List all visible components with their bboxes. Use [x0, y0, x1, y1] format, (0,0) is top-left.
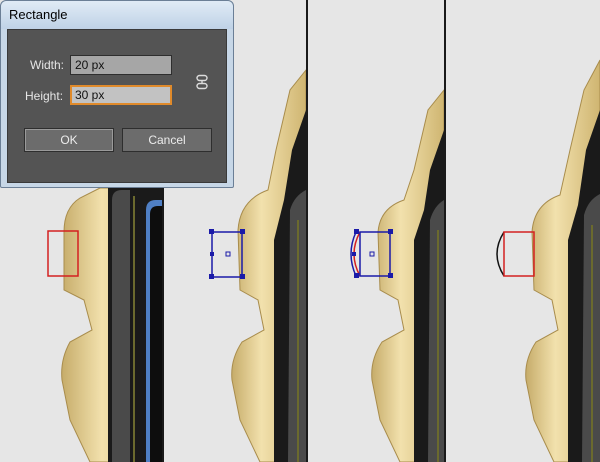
- anchor-point[interactable]: [210, 252, 214, 256]
- anchor-point[interactable]: [354, 273, 359, 278]
- anchor-point[interactable]: [209, 229, 214, 234]
- anchor-point[interactable]: [352, 252, 356, 256]
- center-point: [369, 251, 375, 257]
- step-panel-3: [308, 0, 444, 462]
- ok-button[interactable]: OK: [24, 128, 114, 152]
- center-point: [225, 251, 231, 257]
- rectangle-dialog: Rectangle Width: 20 px Height: 30 px OK …: [0, 0, 234, 188]
- width-field[interactable]: 20 px: [70, 55, 172, 75]
- guide-rectangle: [503, 231, 535, 277]
- dialog-titlebar[interactable]: Rectangle: [1, 1, 233, 29]
- height-field[interactable]: 30 px: [70, 85, 172, 105]
- anchor-point[interactable]: [354, 229, 359, 234]
- link-chain-icon: [196, 74, 208, 90]
- watch-artwork-4: [496, 59, 600, 462]
- anchor-point[interactable]: [388, 273, 393, 278]
- dialog-body: Width: 20 px Height: 30 px OK Cancel: [7, 29, 227, 183]
- height-label: Height:: [25, 89, 64, 103]
- dialog-title: Rectangle: [9, 7, 68, 22]
- anchor-point[interactable]: [240, 229, 245, 234]
- width-label: Width:: [30, 58, 65, 72]
- anchor-point[interactable]: [240, 274, 245, 279]
- anchor-point[interactable]: [388, 229, 393, 234]
- selected-rectangle[interactable]: [211, 231, 243, 278]
- watch-artwork-3: [350, 89, 444, 462]
- step-panel-4: [446, 0, 600, 462]
- anchor-point[interactable]: [209, 274, 214, 279]
- curved-edge-path: [496, 231, 505, 277]
- cancel-button[interactable]: Cancel: [122, 128, 212, 152]
- constrain-proportions-icon[interactable]: [194, 74, 210, 90]
